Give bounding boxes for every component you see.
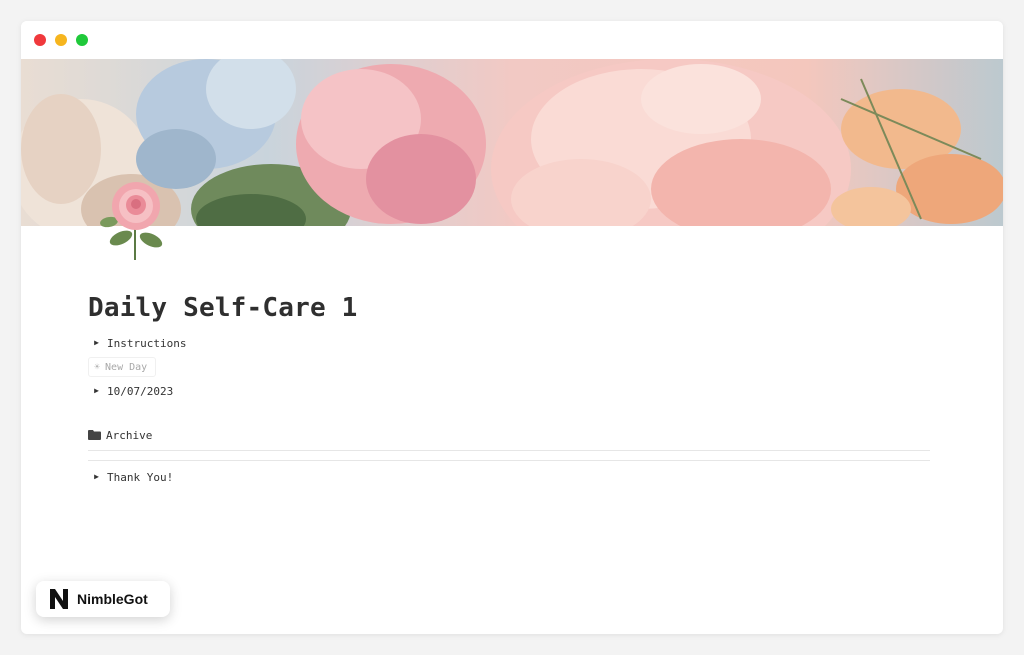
nimblegot-badge[interactable]: NimbleGot xyxy=(36,581,170,617)
date-label: 10/07/2023 xyxy=(107,384,174,398)
toggle-arrow-icon[interactable]: ▶ xyxy=(88,333,105,353)
page-title[interactable]: Daily Self-Care 1 xyxy=(88,293,358,323)
date-toggle[interactable]: ▶ 10/07/2023 xyxy=(88,381,173,401)
toggle-arrow-icon[interactable]: ▶ xyxy=(88,467,105,487)
thank-you-toggle[interactable]: ▶ Thank You! xyxy=(88,467,173,487)
rose-icon[interactable] xyxy=(95,176,177,262)
close-window-button[interactable] xyxy=(34,34,46,46)
title-bar xyxy=(21,21,1003,59)
instructions-label: Instructions xyxy=(107,336,187,350)
nimblegot-logo-icon xyxy=(50,589,68,609)
thank-you-label: Thank You! xyxy=(107,470,174,484)
archive-label: Archive xyxy=(106,428,153,442)
new-day-button[interactable]: ☀ New Day xyxy=(88,357,157,377)
archive-link[interactable]: Archive xyxy=(88,425,152,445)
instructions-toggle[interactable]: ▶ Instructions xyxy=(88,333,186,353)
sun-icon: ☀ xyxy=(94,361,101,373)
divider xyxy=(88,450,930,451)
toggle-arrow-icon[interactable]: ▶ xyxy=(88,381,105,401)
minimize-window-button[interactable] xyxy=(55,34,67,46)
badge-name: NimbleGot xyxy=(77,591,148,607)
divider xyxy=(88,460,930,461)
maximize-window-button[interactable] xyxy=(76,34,88,46)
new-day-label: New Day xyxy=(105,361,148,373)
folder-icon xyxy=(88,430,101,440)
app-window: Daily Self-Care 1 ▶ Instructions ☀ New D… xyxy=(21,21,1003,634)
